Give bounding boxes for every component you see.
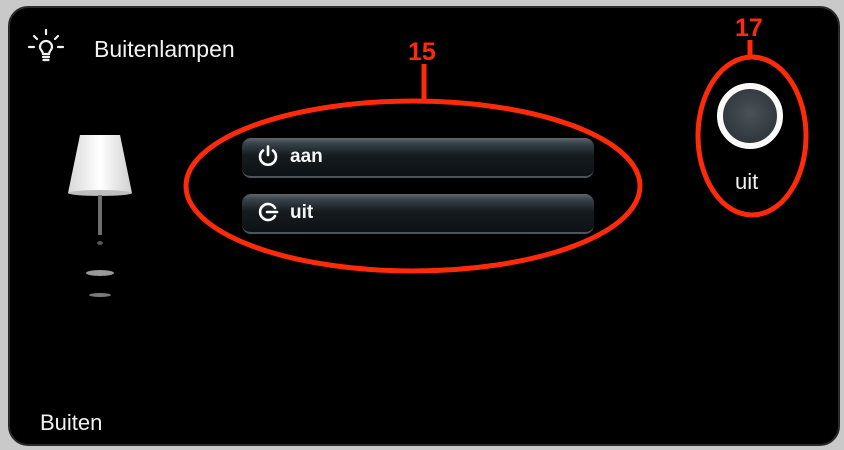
lamp-icon — [68, 135, 132, 297]
power-icon — [258, 145, 278, 166]
annotation-number-15: 15 — [408, 38, 436, 66]
off-button[interactable]: uit — [242, 194, 594, 234]
widget-panel: Buitenlampen aan uit uit Buiten — [8, 6, 840, 446]
on-button-label: aan — [290, 146, 323, 167]
widget-title: Buitenlampen — [94, 36, 235, 62]
off-button-label: uit — [290, 202, 314, 223]
lightbulb-icon — [27, 28, 65, 62]
status-indicator[interactable] — [717, 83, 783, 149]
power-off-icon — [258, 202, 279, 222]
room-label: Buiten — [40, 410, 103, 435]
on-button[interactable]: aan — [242, 138, 594, 178]
annotation-number-17: 17 — [735, 14, 763, 42]
status-label: uit — [735, 169, 759, 194]
